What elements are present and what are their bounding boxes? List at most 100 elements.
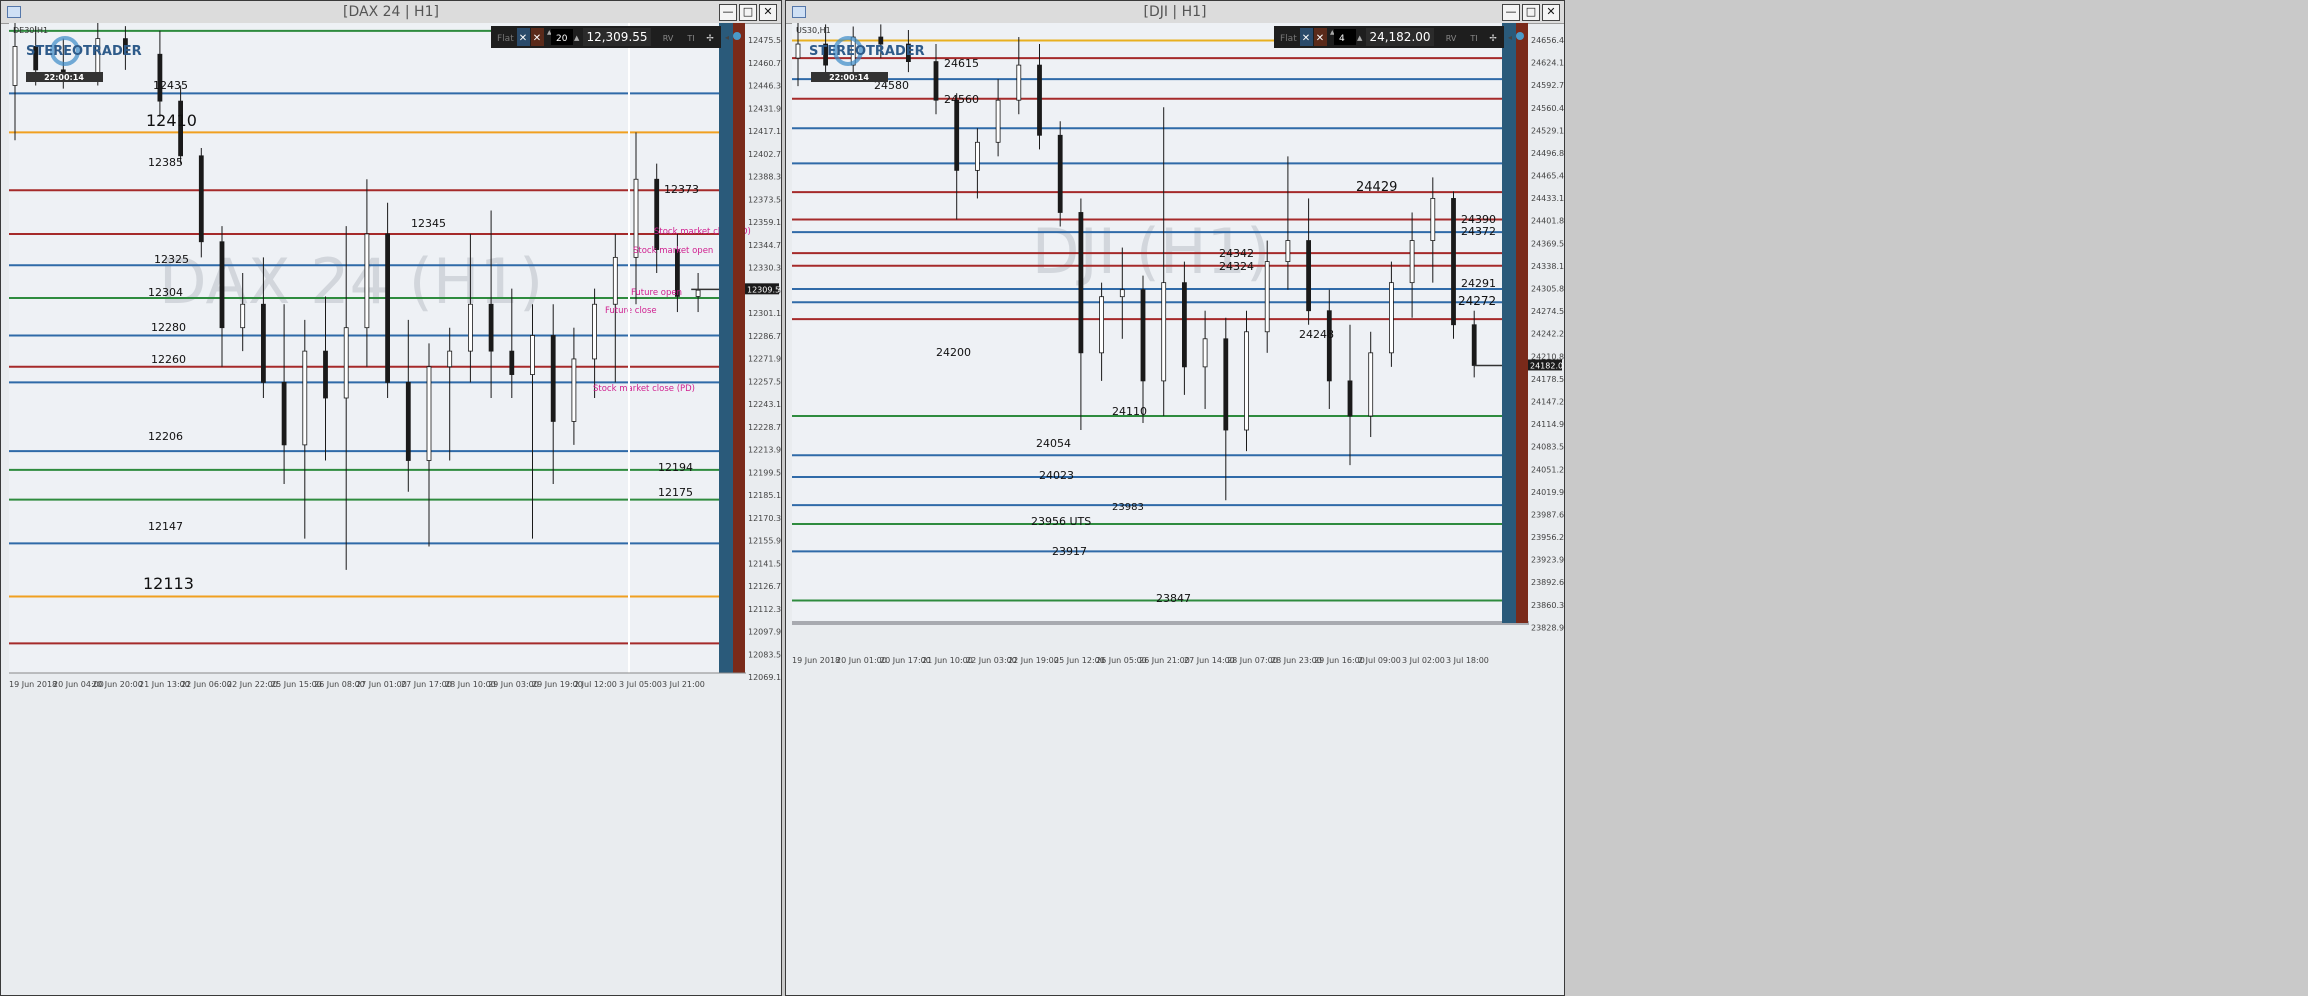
price-tick-label: 12069.19 bbox=[748, 673, 781, 682]
level-label: 24023 bbox=[1039, 469, 1074, 482]
candle-body bbox=[571, 358, 577, 422]
window-app-icon bbox=[792, 6, 806, 18]
price-tick-label: 24051.28 bbox=[1531, 465, 1564, 474]
toolbar-ti-button[interactable]: TI bbox=[1469, 34, 1477, 43]
candle-body bbox=[795, 43, 801, 59]
maximize-button[interactable]: □ bbox=[739, 4, 757, 21]
price-tick-label: 12155.99 bbox=[748, 537, 781, 546]
candle-body bbox=[878, 36, 884, 45]
time-tick-label: 22 Jun 19:00 bbox=[1008, 656, 1059, 665]
maximize-button[interactable]: □ bbox=[1522, 4, 1540, 21]
candle-body bbox=[343, 327, 349, 399]
candle-body bbox=[1347, 380, 1353, 417]
price-tick-label: 12112.39 bbox=[748, 605, 781, 614]
price-tick-label: 24147.23 bbox=[1531, 397, 1564, 406]
chart-watermark: DAX 24 (H1) bbox=[159, 245, 543, 318]
level-label: 12194 bbox=[658, 461, 693, 474]
minimize-button[interactable]: — bbox=[719, 4, 737, 21]
chevron-up-icon[interactable]: ▲ bbox=[1357, 34, 1363, 42]
candle-body bbox=[1451, 198, 1456, 326]
toolbar-rv-button[interactable]: RV bbox=[1446, 34, 1457, 43]
price-tick-label: 12446.39 bbox=[748, 82, 781, 91]
candle-body bbox=[1264, 261, 1270, 333]
minimize-button[interactable]: — bbox=[1502, 4, 1520, 21]
window-titlebar[interactable]: [DJI | H1] — □ ✕ bbox=[786, 1, 1564, 24]
candle-body bbox=[1037, 64, 1042, 136]
chevron-left-icon[interactable]: ◂ bbox=[725, 33, 729, 42]
close-button[interactable]: ✕ bbox=[759, 4, 777, 21]
close-button[interactable]: ✕ bbox=[1542, 4, 1560, 21]
candle-body bbox=[281, 381, 287, 446]
price-chart[interactable]: DAX 24 (H1) 12435 12410 12385 12373 12345 123… bbox=[1, 23, 781, 995]
chart-window-dji[interactable]: [DJI | H1] — □ ✕ DJI (H1) 24615 24580 2456… bbox=[785, 0, 1565, 996]
time-tick-label: 26 Jun 21:00 bbox=[1139, 656, 1190, 665]
candle-body bbox=[1140, 289, 1146, 382]
chevron-left-icon[interactable]: ◂ bbox=[1508, 33, 1512, 42]
level-label: 12206 bbox=[148, 430, 183, 443]
candle-body bbox=[1471, 324, 1477, 366]
candle-body bbox=[592, 303, 597, 360]
price-tick-label: 12431.99 bbox=[748, 104, 781, 113]
chart-window-dax[interactable]: [DAX 24 | H1] — □ ✕ DAX 24 (H1) 12435 124… bbox=[0, 0, 782, 996]
level-label: 23847 bbox=[1156, 592, 1191, 605]
candle-body bbox=[1368, 352, 1374, 417]
time-tick-label: 19 Jun 2018 bbox=[792, 656, 840, 665]
order-toolbar[interactable]: Flat ✕ ✕ ▲ 20 ▲ 12,309.55 RV TI ✢ ◂ bbox=[491, 26, 741, 48]
chart-scrollbar[interactable] bbox=[792, 621, 1529, 625]
symbol-label: DE30,H1 bbox=[13, 26, 48, 35]
candle-body bbox=[1202, 338, 1208, 368]
plot-area[interactable]: DJI (H1) 2461524580245602442924390243722… bbox=[792, 23, 1504, 623]
chevron-up-icon[interactable]: ▲ bbox=[574, 34, 580, 42]
status-dot-icon bbox=[1516, 32, 1524, 40]
price-tick-label: 12257.59 bbox=[748, 377, 781, 386]
price-tick-label: 12228.79 bbox=[748, 423, 781, 432]
candle-body bbox=[1326, 310, 1332, 382]
pin-icon[interactable]: ✢ bbox=[706, 34, 714, 44]
plot-area[interactable]: DAX 24 (H1) 12435 12410 12385 12373 12345 123… bbox=[9, 23, 751, 673]
level-label: 12113 bbox=[143, 574, 194, 593]
candle-body bbox=[509, 350, 515, 375]
candle-body bbox=[612, 256, 618, 305]
order-toolbar[interactable]: Flat ✕ ✕ ▲ 4 ▲ 24,182.00 RV TI ✢ ◂ bbox=[1274, 26, 1524, 48]
pin-icon[interactable]: ✢ bbox=[1489, 34, 1497, 44]
candle-body bbox=[364, 233, 370, 329]
volume-profile-bar bbox=[1502, 23, 1516, 623]
time-tick-label: 3 Jul 18:00 bbox=[1446, 656, 1489, 665]
level-label: 24110 bbox=[1112, 405, 1147, 418]
window-titlebar[interactable]: [DAX 24 | H1] — □ ✕ bbox=[1, 1, 781, 24]
session-annotation: Stock market close (PD) bbox=[593, 384, 695, 394]
time-tick-label: 3 Jul 21:00 bbox=[662, 680, 705, 689]
candle-body bbox=[240, 303, 246, 329]
candle-body bbox=[1161, 282, 1167, 382]
time-tick-label: 2 Jul 09:00 bbox=[1358, 656, 1401, 665]
price-tick-label: 12286.79 bbox=[748, 332, 781, 341]
candle-body bbox=[1119, 289, 1125, 298]
candle-body bbox=[1285, 240, 1291, 262]
price-tick-label: 24242.23 bbox=[1531, 330, 1564, 339]
level-label: 12175 bbox=[658, 486, 693, 499]
window-title: [DAX 24 | H1] bbox=[343, 4, 439, 20]
level-label: 12147 bbox=[148, 520, 183, 533]
toolbar-ti-button[interactable]: TI bbox=[686, 34, 694, 43]
candle-body bbox=[954, 99, 960, 171]
toolbar-rv-button[interactable]: RV bbox=[663, 34, 674, 43]
clock-time: 22:00:14 bbox=[44, 73, 84, 82]
price-tick-label: 12126.79 bbox=[748, 582, 781, 591]
price-tick-label: 24305.88 bbox=[1531, 285, 1564, 294]
price-chart[interactable]: DJI (H1) 2461524580245602442924390243722… bbox=[786, 23, 1564, 995]
price-tick-label: 24401.83 bbox=[1531, 217, 1564, 226]
toolbar-mode: Flat bbox=[1280, 34, 1297, 44]
level-label: 24342 bbox=[1219, 247, 1254, 260]
level-label: 24291 bbox=[1461, 277, 1496, 290]
time-tick-label: 3 Jul 02:00 bbox=[1402, 656, 1445, 665]
close-icon: ✕ bbox=[519, 33, 527, 44]
price-tick-label: 23892.63 bbox=[1531, 578, 1564, 587]
price-tick-label: 24114.93 bbox=[1531, 420, 1564, 429]
toolbar-qty-input[interactable] bbox=[1334, 29, 1356, 45]
price-tick-label: 23860.33 bbox=[1531, 601, 1564, 610]
session-annotation: Future open bbox=[631, 288, 682, 298]
price-tick-label: 12301.19 bbox=[748, 309, 781, 318]
level-label: 12345 bbox=[411, 217, 446, 230]
session-annotation: Stock market open bbox=[633, 246, 713, 256]
price-tick-label: 12388.39 bbox=[748, 173, 781, 182]
